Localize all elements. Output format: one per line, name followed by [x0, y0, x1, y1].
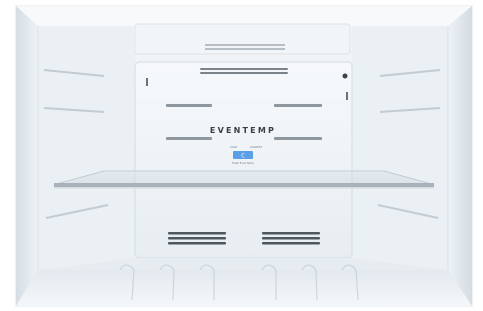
control-caption: Fresh Food Temp — [232, 161, 254, 165]
fridge-interior-photo: EVENTEMP COLD COLDEST C Fresh Food Temp — [0, 0, 483, 311]
panel-bottom-vent-left — [168, 232, 226, 245]
left-back-section — [38, 26, 135, 270]
air-slots-upper-right — [274, 104, 322, 107]
rear-air-panel — [134, 61, 353, 259]
panel-clip-left — [146, 78, 148, 86]
fridge-floor — [16, 270, 472, 306]
right-back-section — [352, 26, 448, 270]
control-left-label: COLD — [230, 145, 237, 149]
air-slots-mid-left — [166, 137, 212, 140]
panel-bottom-vent-right — [262, 232, 320, 245]
control-right-label: COLDEST — [250, 145, 263, 149]
temperature-display-value: C — [241, 153, 245, 160]
air-slots-upper-left — [166, 104, 212, 107]
shelf-front-trim — [54, 183, 434, 187]
glass-shelf[interactable] — [54, 170, 434, 189]
right-wall — [448, 6, 472, 306]
shelf-front-highlight — [54, 187, 434, 189]
ceiling — [16, 6, 472, 26]
fridge-interior-illustration: EVENTEMP COLD COLDEST C Fresh Food Temp — [0, 0, 483, 311]
panel-clip-right — [346, 92, 348, 100]
panel-screw-right — [342, 73, 348, 79]
left-wall — [16, 6, 38, 306]
air-slots-mid-right — [274, 137, 322, 140]
brand-label: EVENTEMP — [210, 126, 276, 135]
